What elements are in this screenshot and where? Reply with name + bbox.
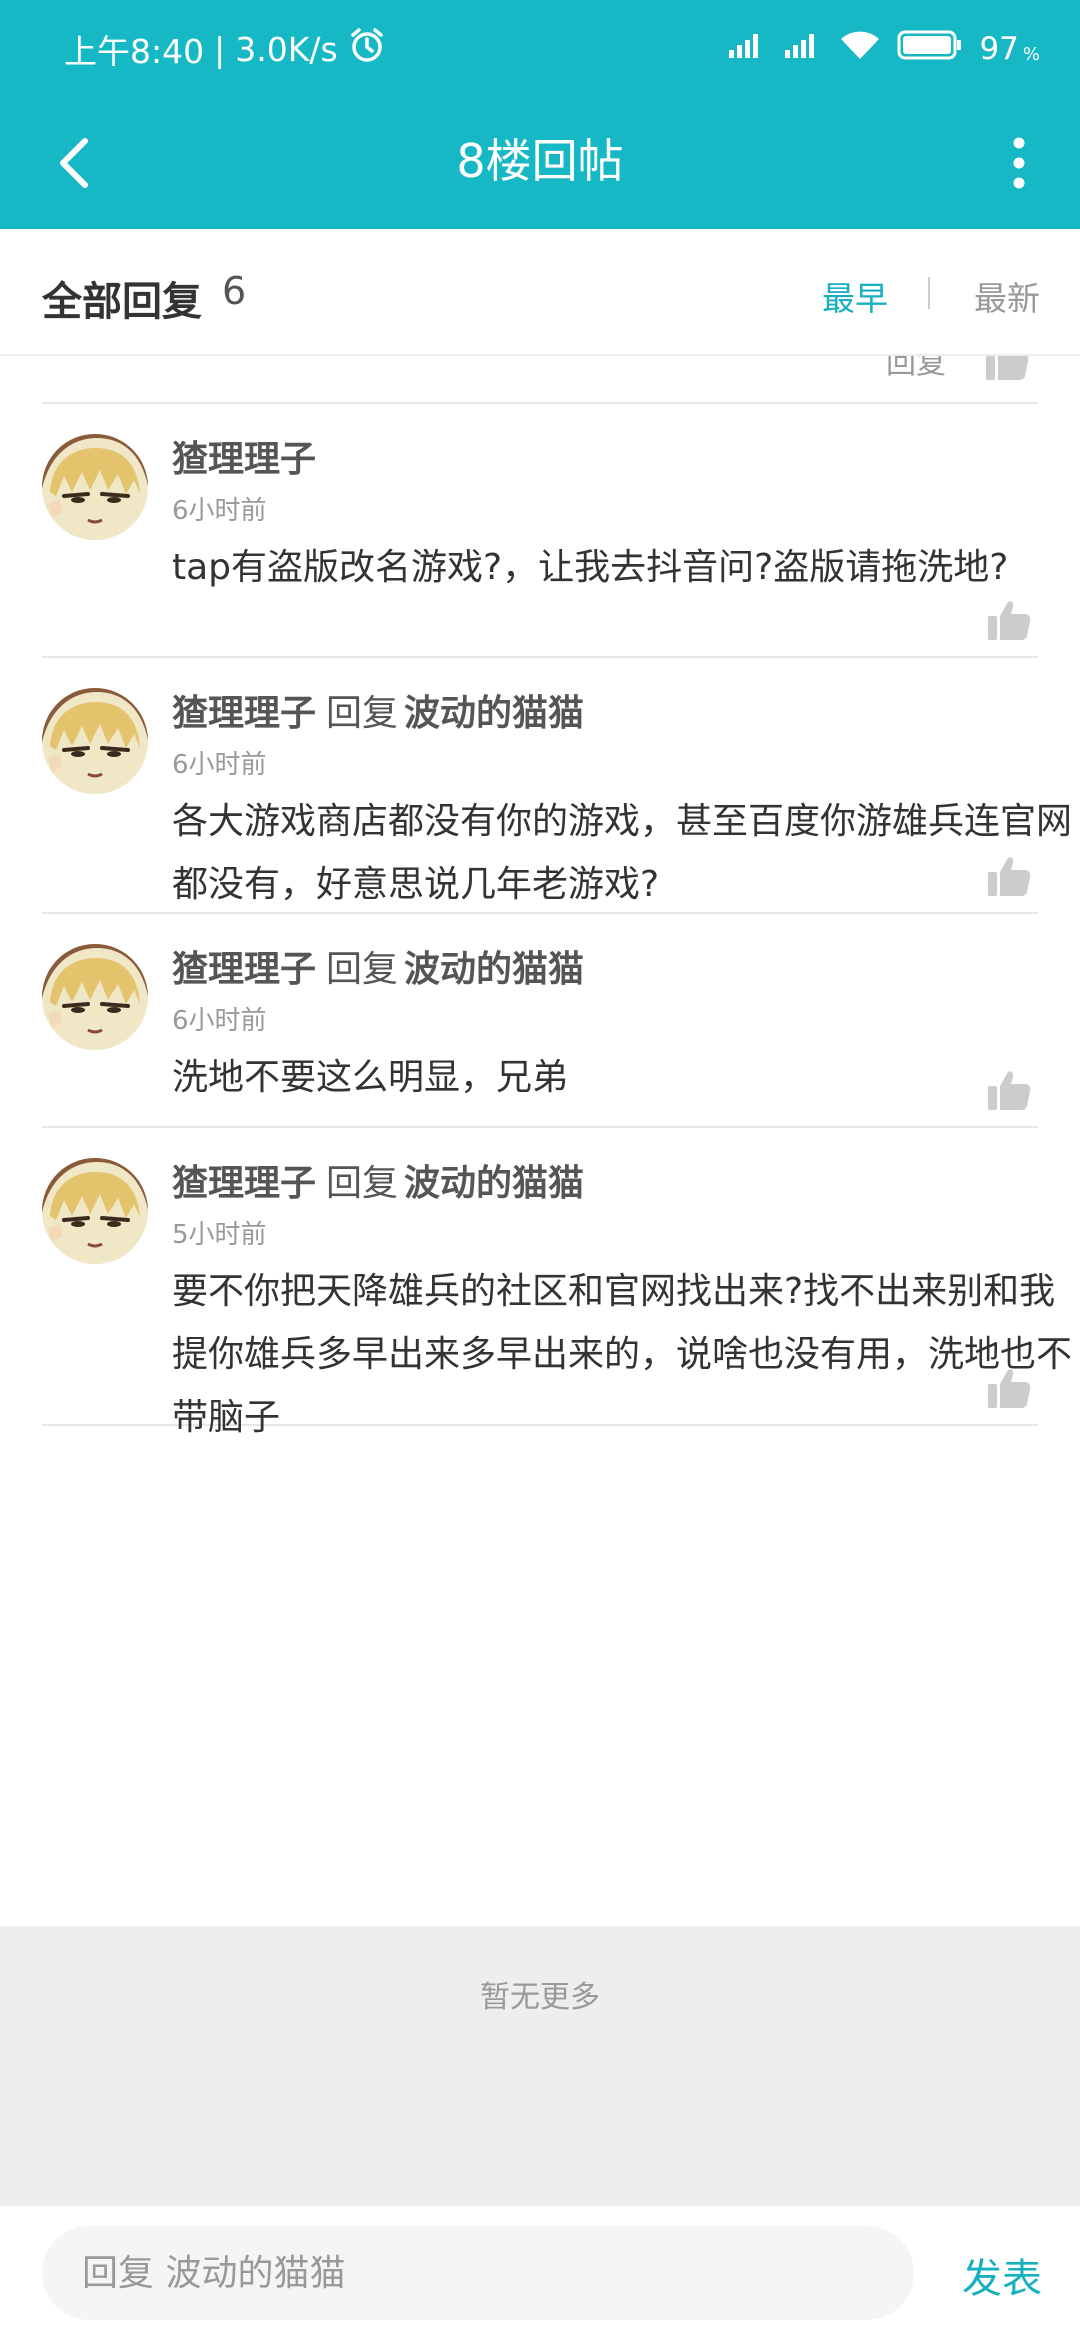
more-vertical-icon [1013, 137, 1025, 189]
reply-time: 6小时前 [172, 496, 267, 526]
reply-item[interactable]: 猹理理子 回复 波动的猫猫 6小时前 洗地不要这么明显，兄弟 [42, 914, 1038, 1128]
page-title: 8楼回帖 [456, 134, 624, 188]
app-header: 上午8:40 | 3.0K/s 97 % 8楼回帖 [0, 0, 1080, 229]
sort-earliest-tab[interactable]: 最早 [822, 272, 888, 320]
thumbs-up-icon[interactable] [986, 1366, 1036, 1416]
publish-button[interactable]: 发表 [962, 2246, 1042, 2304]
author-line: 猹理理子 回复 波动的猫猫 [172, 1154, 584, 1206]
signal-icon [727, 30, 767, 68]
alarm-icon [348, 26, 386, 72]
avatar[interactable] [42, 688, 148, 794]
no-more-text: 暂无更多 [480, 1980, 600, 2015]
status-separator: | [214, 29, 226, 69]
all-replies-title: 全部回复 [42, 279, 202, 325]
reply-word: 回复 [326, 1163, 399, 1204]
reply-content: 洗地不要这么明显，兄弟 [172, 1057, 569, 1098]
sort-divider [928, 277, 930, 309]
thumbs-up-icon[interactable] [984, 356, 1030, 388]
reply-list-header: 全部回复 6 最早 最新 [0, 229, 1080, 356]
battery-icon [897, 29, 963, 69]
author-line: 猹理理子 回复 波动的猫猫 [172, 940, 584, 992]
wifi-icon [839, 29, 881, 69]
author-line: 猹理理子 回复 波动的猫猫 [172, 684, 584, 736]
partial-reply-text: 回复 [886, 356, 946, 381]
more-button[interactable] [976, 120, 1062, 206]
reply-count: 6 [222, 269, 247, 313]
reply-word: 回复 [326, 949, 399, 990]
reply-time: 5小时前 [172, 1220, 267, 1250]
author-name[interactable]: 猹理理子 [172, 439, 316, 480]
author-line: 猹理理子 [172, 430, 316, 482]
status-net-speed: 3.0K/s [235, 29, 338, 69]
nav-bar: 8楼回帖 [0, 96, 1080, 229]
reply-content: tap有盗版改名游戏?，让我去抖音问?盗版请拖洗地? [172, 547, 1009, 588]
list-end-notice: 暂无更多 [0, 1926, 1080, 2206]
reply-target-name[interactable]: 波动的猫猫 [404, 1163, 584, 1204]
reply-content: 要不你把天降雄兵的社区和官网找出来?找不出来别和我提你雄兵多早出来多早出来的，说… [172, 1271, 1073, 1438]
status-left: 上午8:40 | 3.0K/s [64, 24, 386, 74]
author-name[interactable]: 猹理理子 [172, 949, 316, 990]
thumbs-up-icon[interactable] [986, 854, 1036, 904]
status-time: 上午8:40 [64, 32, 205, 71]
reply-item[interactable]: 猹理理子 回复 波动的猫猫 5小时前 要不你把天降雄兵的社区和官网找出来?找不出来别… [42, 1128, 1072, 1438]
status-right: 97 % [727, 24, 1040, 74]
thumbs-up-icon[interactable] [986, 1068, 1036, 1118]
avatar[interactable] [42, 1158, 148, 1264]
reply-target-name[interactable]: 波动的猫猫 [404, 949, 584, 990]
reply-input[interactable] [42, 2226, 914, 2320]
sort-newest-tab[interactable]: 最新 [974, 272, 1040, 320]
avatar[interactable] [42, 434, 148, 540]
battery-level: 97 [979, 31, 1019, 67]
author-name[interactable]: 猹理理子 [172, 693, 316, 734]
reply-composer: 发表 [0, 2206, 1080, 2340]
avatar[interactable] [42, 944, 148, 1050]
reply-content: 各大游戏商店都没有你的游戏，甚至百度你游雄兵连官网都没有，好意思说几年老游戏? [172, 801, 1073, 905]
reply-list[interactable]: 回复 猹理理子 6小时前 tap有盗版改名游戏?，让我去抖音问?盗版请拖洗地? … [0, 356, 1080, 1926]
status-bar: 上午8:40 | 3.0K/s 97 % [0, 0, 1080, 96]
reply-word: 回复 [326, 693, 399, 734]
reply-item[interactable]: 猹理理子 6小时前 tap有盗版改名游戏?，让我去抖音问?盗版请拖洗地? [42, 404, 1038, 658]
thumbs-up-icon[interactable] [986, 598, 1036, 648]
reply-time: 6小时前 [172, 750, 267, 780]
reply-item[interactable]: 猹理理子 回复 波动的猫猫 6小时前 各大游戏商店都没有你的游戏，甚至百度你游雄兵连… [42, 658, 1072, 914]
author-name[interactable]: 猹理理子 [172, 1163, 316, 1204]
partial-list-item: 回复 [42, 356, 1038, 404]
battery-unit: % [1022, 43, 1040, 65]
reply-target-name[interactable]: 波动的猫猫 [404, 693, 584, 734]
reply-time: 6小时前 [172, 1006, 267, 1036]
signal-icon-2 [783, 30, 823, 68]
